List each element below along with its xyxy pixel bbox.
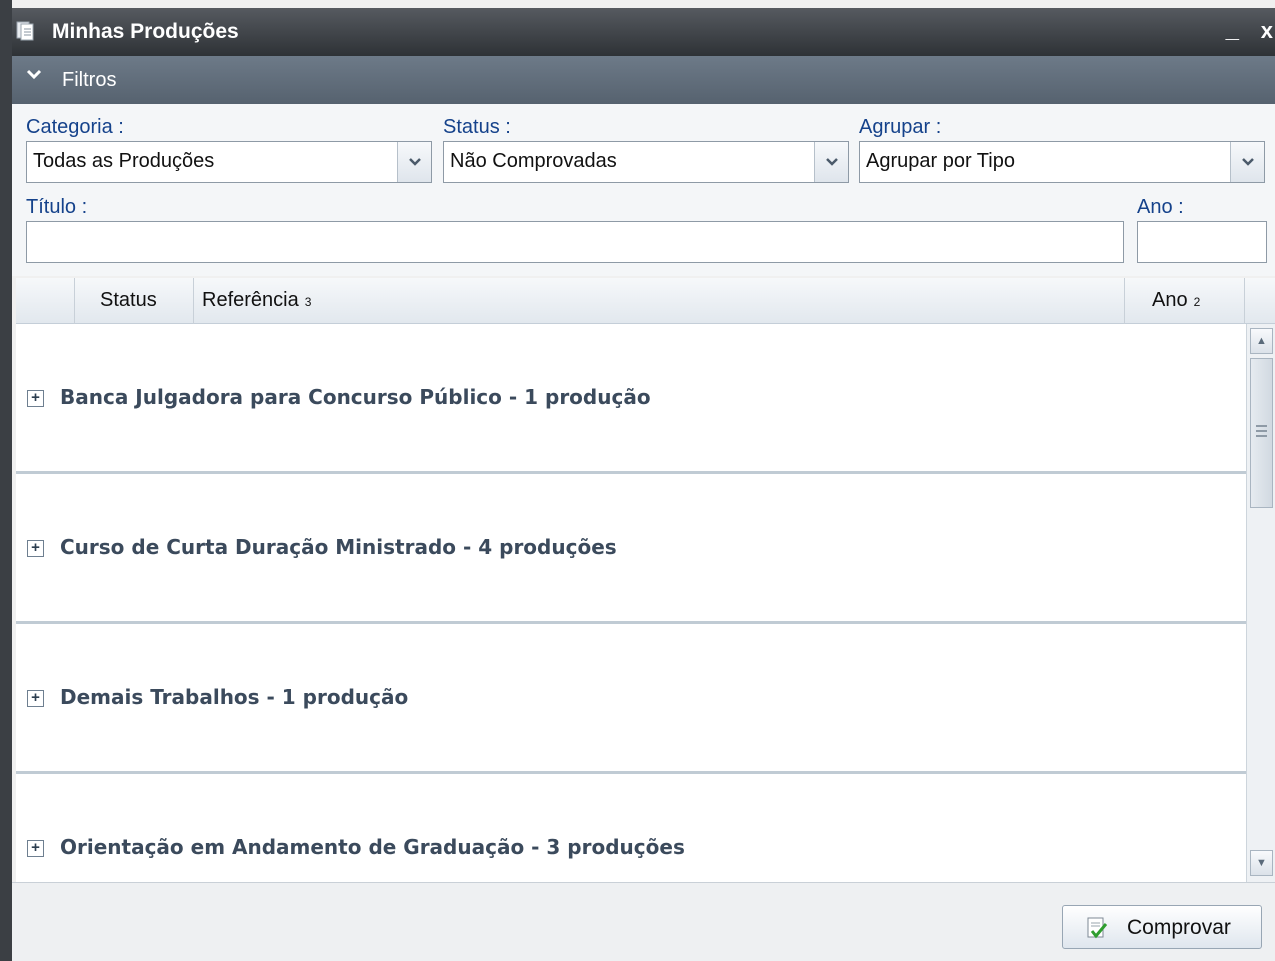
status-value: Não Comprovadas bbox=[450, 150, 617, 172]
grid-body: + Banca Julgadora para Concurso Público … bbox=[16, 324, 1246, 882]
column-header-ano[interactable]: Ano 2 bbox=[1125, 278, 1245, 324]
expand-plus-icon[interactable]: + bbox=[27, 690, 44, 707]
scroll-down-arrow-icon[interactable]: ▼ bbox=[1250, 850, 1273, 876]
agrupar-label: Agrupar : bbox=[859, 116, 942, 138]
ano-input[interactable] bbox=[1137, 221, 1267, 263]
categoria-label: Categoria : bbox=[26, 116, 124, 138]
group-row[interactable]: + Orientação em Andamento de Graduação -… bbox=[16, 774, 1246, 882]
window-left-edge bbox=[0, 0, 12, 961]
footer-toolbar: Comprovar bbox=[12, 882, 1275, 961]
group-row[interactable]: + Banca Julgadora para Concurso Público … bbox=[16, 324, 1246, 474]
titulo-label: Título : bbox=[26, 196, 88, 218]
grid-header: Status Referência 3 Ano 2 bbox=[16, 278, 1275, 324]
status-select[interactable]: Não Comprovadas bbox=[443, 141, 849, 183]
titulo-input[interactable] bbox=[26, 221, 1124, 263]
categoria-value: Todas as Produções bbox=[33, 150, 215, 172]
minimize-button[interactable]: _ bbox=[1226, 16, 1239, 44]
column-referencia-label: Referência bbox=[202, 289, 299, 311]
column-header-referencia[interactable]: Referência 3 bbox=[194, 278, 1125, 324]
ano-label: Ano : bbox=[1137, 196, 1184, 218]
expand-plus-icon[interactable]: + bbox=[27, 840, 44, 857]
scrollbar-thumb[interactable] bbox=[1250, 358, 1273, 508]
status-label: Status : bbox=[443, 116, 511, 138]
filtros-panel-header[interactable]: Filtros bbox=[12, 56, 1275, 104]
close-button[interactable]: x bbox=[1261, 18, 1273, 44]
sort-index-referencia: 3 bbox=[304, 295, 312, 309]
expand-plus-icon[interactable]: + bbox=[27, 390, 44, 407]
group-label: Banca Julgadora para Concurso Público - … bbox=[60, 385, 651, 409]
expand-plus-icon[interactable]: + bbox=[27, 540, 44, 557]
group-label: Orientação em Andamento de Graduação - 3… bbox=[60, 835, 685, 859]
categoria-select[interactable]: Todas as Produções bbox=[26, 141, 432, 183]
chevron-down-icon[interactable] bbox=[1230, 142, 1264, 182]
group-row[interactable]: + Demais Trabalhos - 1 produção bbox=[16, 624, 1246, 774]
filtros-label: Filtros bbox=[62, 69, 117, 91]
column-status-label: Status bbox=[100, 289, 157, 311]
chevron-down-icon[interactable] bbox=[397, 142, 431, 182]
agrupar-select[interactable]: Agrupar por Tipo bbox=[859, 141, 1265, 183]
window-title: Minhas Produções bbox=[52, 20, 239, 43]
comprovar-button[interactable]: Comprovar bbox=[1062, 905, 1262, 949]
column-ano-label: Ano bbox=[1152, 289, 1188, 311]
grip-icon bbox=[1256, 425, 1267, 437]
comprovar-label: Comprovar bbox=[1127, 916, 1231, 939]
chevron-down-icon[interactable] bbox=[26, 66, 42, 87]
column-header-status[interactable]: Status bbox=[75, 278, 194, 324]
vertical-scrollbar[interactable]: ▲ ▼ bbox=[1246, 324, 1275, 882]
group-row[interactable]: + Curso de Curta Duração Ministrado - 4 … bbox=[16, 474, 1246, 624]
agrupar-value: Agrupar por Tipo bbox=[866, 150, 1015, 172]
group-label: Curso de Curta Duração Ministrado - 4 pr… bbox=[60, 535, 617, 559]
chevron-down-icon[interactable] bbox=[814, 142, 848, 182]
title-bar[interactable]: Minhas Produções _ x bbox=[12, 8, 1275, 56]
scroll-up-arrow-icon[interactable]: ▲ bbox=[1250, 328, 1273, 354]
column-header-expander[interactable] bbox=[16, 278, 75, 324]
filter-form: Categoria : Todas as Produções Status : … bbox=[12, 104, 1275, 276]
minhas-producoes-window: Minhas Produções _ x Filtros Categoria :… bbox=[0, 0, 1275, 961]
group-label: Demais Trabalhos - 1 produção bbox=[60, 685, 409, 709]
sort-index-ano: 2 bbox=[1193, 295, 1201, 309]
documents-icon bbox=[16, 21, 34, 41]
document-check-icon bbox=[1087, 917, 1108, 939]
